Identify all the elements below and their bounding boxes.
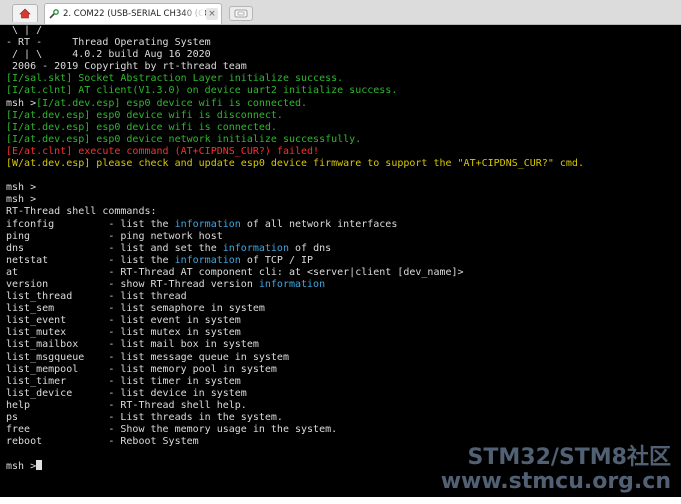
terminal-text: - RT - Thread Operating System: [6, 37, 211, 49]
terminal-line: free - Show the memory usage in the syst…: [6, 424, 584, 436]
terminal-line: [I/at.dev.esp] esp0 device wifi is disco…: [6, 110, 584, 122]
watermark: STM32/STM8社区 www.stmcu.org.cn: [441, 446, 671, 494]
terminal-text: [I/at.dev.esp] esp0 device network initi…: [6, 133, 362, 145]
home-button[interactable]: [12, 4, 38, 22]
terminal-text: information: [258, 278, 326, 290]
terminal-line: list_msgqueue - list message queue in sy…: [6, 352, 584, 364]
terminal-text: information: [222, 242, 289, 254]
watermark-line2: www.stmcu.org.cn: [440, 469, 671, 494]
terminal-line: [I/sal.skt] Socket Abstraction Layer ini…: [6, 73, 584, 85]
home-icon: [19, 8, 31, 19]
terminal-text: help - RT-Thread shell help.: [6, 399, 247, 411]
terminal-text: information: [174, 254, 241, 266]
tab-com22[interactable]: 2. COM22 (USB-SERIAL CH340 (CO ×: [44, 3, 222, 24]
terminal-text: ping - ping network host: [6, 230, 223, 242]
terminal-text: [I/at.dev.esp] esp0 device wifi is conne…: [36, 97, 308, 109]
terminal-line: [I/at.dev.esp] esp0 device wifi is conne…: [6, 122, 584, 134]
terminal-line: list_device - list device in system: [6, 388, 584, 400]
terminal-text: [E/at.clnt] execute command (AT+CIPDNS_C…: [6, 145, 320, 157]
terminal-line: msh >: [6, 182, 584, 194]
terminal-cursor: [36, 460, 43, 471]
terminal-line: msh >: [6, 194, 584, 206]
terminal-line: RT-Thread shell commands:: [6, 206, 584, 218]
terminal-text: netstat - list the: [6, 254, 175, 266]
terminal-line: list_mailbox - list mail box in system: [6, 339, 584, 351]
terminal-line: list_mempool - list memory pool in syste…: [6, 364, 584, 376]
terminal-text: msh >: [6, 97, 37, 109]
terminal-text: [I/at.dev.esp] esp0 device wifi is conne…: [6, 121, 277, 133]
terminal-line: 2006 - 2019 Copyright by rt-thread team: [6, 61, 584, 73]
terminal-text: 2006 - 2019 Copyright by rt-thread team: [6, 61, 247, 73]
terminal-line: list_sem - list semaphore in system: [6, 303, 584, 315]
terminal-text: list_thread - list thread: [6, 291, 187, 303]
terminal-text: list_msgqueue - list message queue in sy…: [6, 351, 289, 363]
terminal-text: / | \ 4.0.2 build Aug 16 2020: [6, 49, 211, 61]
terminal-line: - RT - Thread Operating System: [6, 37, 584, 49]
terminal-text: [W/at.dev.esp] please check and update e…: [6, 158, 584, 170]
watermark-line1: STM32/STM8社区: [467, 445, 671, 470]
terminal-line: list_mutex - list mutex in system: [6, 327, 584, 339]
terminal-line: \ | /: [6, 25, 584, 37]
terminal-line: version - show RT-Thread version informa…: [6, 279, 584, 291]
terminal-line: at - RT-Thread AT component cli: at <ser…: [6, 267, 584, 279]
terminal-text: RT-Thread shell commands:: [6, 206, 157, 218]
terminal-line: ps - List threads in the system.: [6, 412, 584, 424]
terminal-text: ifconfig - list the: [6, 218, 175, 230]
terminal-text: of all network interfaces: [240, 218, 398, 230]
terminal-text: ps - List threads in the system.: [6, 412, 283, 423]
wrench-icon: [49, 9, 59, 19]
terminal-text: reboot - Reboot System: [6, 436, 199, 448]
terminal-text: information: [174, 218, 241, 230]
bottom-strip: [0, 497, 681, 504]
terminal-text: list_sem - list semaphore in system: [6, 303, 265, 315]
terminal-text: list_device - list device in system: [6, 387, 247, 399]
tab-bar: 2. COM22 (USB-SERIAL CH340 (CO ×: [0, 0, 681, 25]
terminal-line: list_event - list event in system: [6, 315, 584, 327]
terminal-line: dns - list and set the information of dn…: [6, 243, 584, 255]
terminal-text: \ | /: [6, 25, 43, 36]
terminal-text: of TCP / IP: [240, 254, 314, 266]
terminal-text: list_event - list event in system: [6, 315, 241, 327]
terminal-text: list_timer - list timer in system: [6, 375, 241, 387]
terminal-output[interactable]: \ | / - RT - Thread Operating System / | …: [0, 25, 681, 497]
terminal-text: free - Show the memory usage in the syst…: [6, 424, 338, 436]
terminal-text: list_mempool - list memory pool in syste…: [6, 363, 277, 375]
new-tab-button[interactable]: [229, 6, 253, 21]
terminal-text: dns - list and set the: [6, 242, 223, 254]
terminal-line: ifconfig - list the information of all n…: [6, 219, 584, 231]
terminal-lines: \ | / - RT - Thread Operating System / | …: [6, 25, 584, 472]
terminal-text: msh >: [6, 461, 37, 473]
terminal-text: of dns: [288, 242, 332, 254]
terminal-line: netstat - list the information of TCP / …: [6, 255, 584, 267]
terminal-text: msh >: [6, 182, 37, 194]
tab-fade: [181, 4, 205, 24]
terminal-line: list_thread - list thread: [6, 291, 584, 303]
terminal-text: msh >: [6, 194, 37, 206]
terminal-line: / | \ 4.0.2 build Aug 16 2020: [6, 49, 584, 61]
terminal-line: help - RT-Thread shell help.: [6, 400, 584, 412]
terminal-line: [I/at.clnt] AT client(V1.3.0) on device …: [6, 85, 584, 97]
terminal-text: [I/at.clnt] AT client(V1.3.0) on device …: [6, 85, 398, 97]
terminal-text: [I/at.dev.esp] esp0 device wifi is disco…: [6, 109, 283, 121]
terminal-line: [I/at.dev.esp] esp0 device network initi…: [6, 134, 584, 146]
terminal-line: ping - ping network host: [6, 231, 584, 243]
terminal-line: list_timer - list timer in system: [6, 376, 584, 388]
terminal-line: [E/at.clnt] execute command (AT+CIPDNS_C…: [6, 146, 584, 158]
terminal-text: at - RT-Thread AT component cli: at <ser…: [6, 266, 464, 278]
new-tab-icon: [234, 9, 248, 18]
close-icon[interactable]: ×: [206, 8, 218, 20]
terminal-text: list_mutex - list mutex in system: [6, 327, 241, 339]
terminal-line: [W/at.dev.esp] please check and update e…: [6, 158, 584, 170]
terminal-text: list_mailbox - list mail box in system: [6, 339, 259, 351]
terminal-text: version - show RT-Thread version: [6, 278, 259, 290]
terminal-text: [I/sal.skt] Socket Abstraction Layer ini…: [6, 73, 344, 85]
terminal-line: msh >[I/at.dev.esp] esp0 device wifi is …: [6, 98, 584, 110]
